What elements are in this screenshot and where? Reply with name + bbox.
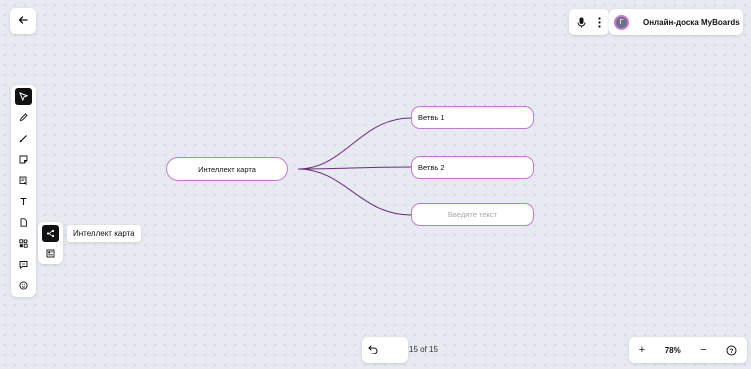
undo-icon [368, 341, 378, 359]
shapes-icon [19, 235, 28, 253]
undo-button[interactable] [362, 337, 408, 363]
zoom-out-button[interactable]: − [700, 344, 706, 356]
document-tool[interactable] [15, 214, 32, 231]
template-tool[interactable] [42, 245, 59, 262]
board-info[interactable]: Г Онлайн-доска MyBoards [609, 9, 743, 35]
help-icon: ? [726, 345, 737, 355]
connector-branch-3 [297, 168, 412, 216]
zoom-level[interactable]: 78% [665, 346, 681, 355]
more-vertical-icon[interactable] [598, 16, 601, 28]
zoom-in-button[interactable]: + [639, 344, 645, 356]
chat-icon [19, 256, 28, 274]
mindmap-root-node[interactable]: Интеллект карта [166, 157, 288, 181]
zoom-controls: + 78% − ? [629, 337, 747, 363]
microphone-icon[interactable] [577, 17, 586, 28]
svg-text:?: ? [730, 347, 734, 354]
page-counter: 15 of 15 [409, 345, 438, 354]
avatar[interactable]: Г [614, 14, 629, 30]
cursor-icon [19, 88, 29, 106]
chat-tool[interactable] [15, 256, 32, 273]
tooltip-mindmap: Интеллект карта [67, 225, 141, 242]
mindmap-branch-node[interactable]: Ветвь 1 [411, 106, 534, 129]
pen-tool[interactable] [15, 109, 32, 126]
back-button[interactable] [10, 8, 36, 34]
text-tool[interactable] [15, 193, 32, 210]
mindmap-branch-node[interactable]: Ветвь 2 [411, 156, 534, 179]
pen-icon [19, 109, 28, 127]
shapes-tool[interactable] [15, 235, 32, 252]
mindmap-icon [46, 225, 55, 243]
mindmap-new-branch-input[interactable]: Введите текст [411, 203, 534, 226]
emoji-icon [19, 277, 28, 295]
sticker-icon [19, 151, 28, 169]
template-icon [46, 245, 55, 263]
arrow-left-icon [18, 12, 28, 30]
line-icon [19, 130, 28, 148]
left-toolbar [11, 85, 36, 297]
branch-placeholder: Введите текст [447, 210, 498, 219]
mindmap-tool[interactable] [42, 225, 59, 242]
line-tool[interactable] [15, 130, 32, 147]
branch-label: Ветвь 1 [418, 113, 445, 122]
mindmap-connectors [297, 117, 412, 216]
sticker-tool[interactable] [15, 151, 32, 168]
connector-branch-2 [297, 166, 412, 170]
mindmap-submenu [38, 222, 63, 264]
connector-branch-1 [297, 117, 412, 170]
board-title: Онлайн-доска MyBoards [643, 17, 740, 27]
emoji-tool[interactable] [15, 277, 32, 294]
mindmap-root-label: Интеллект карта [198, 164, 256, 174]
branch-label: Ветвь 2 [418, 163, 445, 172]
voice-menu-group [569, 9, 609, 35]
help-button[interactable]: ? [726, 345, 737, 356]
comment-note-tool[interactable] [15, 172, 32, 189]
comment-note-icon [19, 172, 28, 190]
cursor-tool[interactable] [15, 88, 32, 105]
text-icon [19, 193, 28, 211]
document-icon [19, 214, 28, 232]
